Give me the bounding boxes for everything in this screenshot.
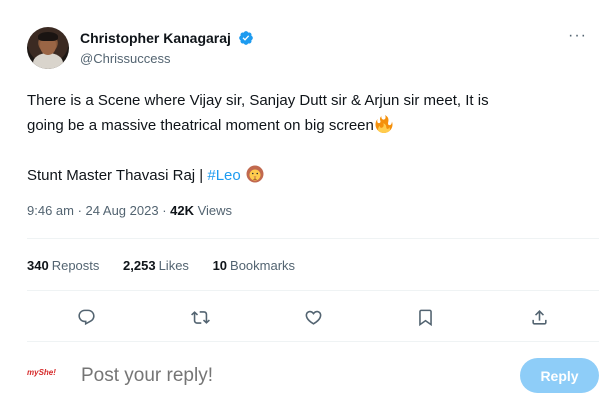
bookmarks-label: Bookmarks — [230, 258, 296, 273]
tweet-header: Christopher Kanagaraj @Chrissuccess ··· — [27, 27, 597, 73]
bookmarks-count: 10 — [212, 258, 228, 273]
reply-button[interactable] — [72, 303, 100, 331]
reply-composer: myShe! Reply — [27, 355, 599, 395]
author-handle[interactable]: @Chrissuccess — [80, 51, 254, 66]
tweet-time[interactable]: 9:46 am — [27, 203, 74, 218]
verified-badge-icon — [239, 30, 254, 45]
tweet-actions — [27, 301, 597, 333]
share-icon — [531, 309, 547, 325]
like-button[interactable] — [299, 303, 327, 331]
lion-emoji-icon — [246, 165, 264, 183]
tweet-line-2-text: going be a massive theatrical moment on … — [27, 117, 374, 134]
divider-top — [27, 238, 599, 239]
likes-count: 2,253 — [123, 258, 156, 273]
views-label: Views — [194, 203, 233, 218]
likes-label: Likes — [158, 258, 189, 273]
current-user-avatar[interactable]: myShe! — [27, 368, 67, 382]
like-icon — [305, 310, 321, 325]
author-names: Christopher Kanagaraj @Chrissuccess — [80, 29, 254, 66]
hashtag-link[interactable]: #Leo — [207, 167, 240, 184]
views-count: 42K — [170, 203, 194, 218]
reposts-label: Reposts — [51, 258, 100, 273]
repost-icon — [190, 310, 210, 324]
meta-separator-2: · — [158, 203, 171, 218]
tweet-line-3: Stunt Master Thavasi Raj | #Leo — [27, 163, 572, 188]
reposts-stat[interactable]: 340 Reposts — [27, 258, 99, 273]
tweet-line-1: There is a Scene where Vijay sir, Sanjay… — [27, 92, 489, 109]
tweet-text: There is a Scene where Vijay sir, Sanjay… — [27, 88, 572, 188]
divider-bottom — [27, 341, 599, 342]
repost-button[interactable] — [186, 303, 214, 331]
author-display-name[interactable]: Christopher Kanagaraj — [80, 30, 231, 46]
avatar-hair — [38, 32, 58, 41]
tweet-date[interactable]: 24 Aug 2023 — [86, 203, 159, 218]
avatar-shirt — [33, 53, 63, 69]
reposts-count: 340 — [27, 258, 49, 273]
reply-input[interactable] — [81, 363, 481, 389]
bookmark-button[interactable] — [411, 303, 439, 331]
fire-emoji-icon — [375, 115, 393, 133]
likes-stat[interactable]: 2,253 Likes — [123, 258, 189, 273]
author-avatar[interactable] — [27, 27, 69, 69]
tweet-stats: 340 Reposts 2,253 Likes 10 Bookmarks — [27, 258, 315, 273]
share-button[interactable] — [525, 303, 553, 331]
meta-separator: · — [73, 203, 86, 218]
tweet-meta: 9:46 am · 24 Aug 2023 · 42K Views — [27, 203, 232, 218]
bookmark-icon — [418, 309, 432, 326]
bookmarks-stat[interactable]: 10 Bookmarks — [213, 258, 296, 273]
reply-icon — [77, 309, 95, 325]
more-options-icon[interactable]: ··· — [568, 27, 587, 45]
divider-middle — [27, 290, 599, 291]
tweet-line-3-text: Stunt Master Thavasi Raj | — [27, 167, 208, 184]
tweet-line-2: going be a massive theatrical moment on … — [27, 113, 572, 138]
reply-submit-button[interactable]: Reply — [520, 358, 599, 393]
tweet-detail: Christopher Kanagaraj @Chrissuccess ··· … — [0, 0, 600, 400]
